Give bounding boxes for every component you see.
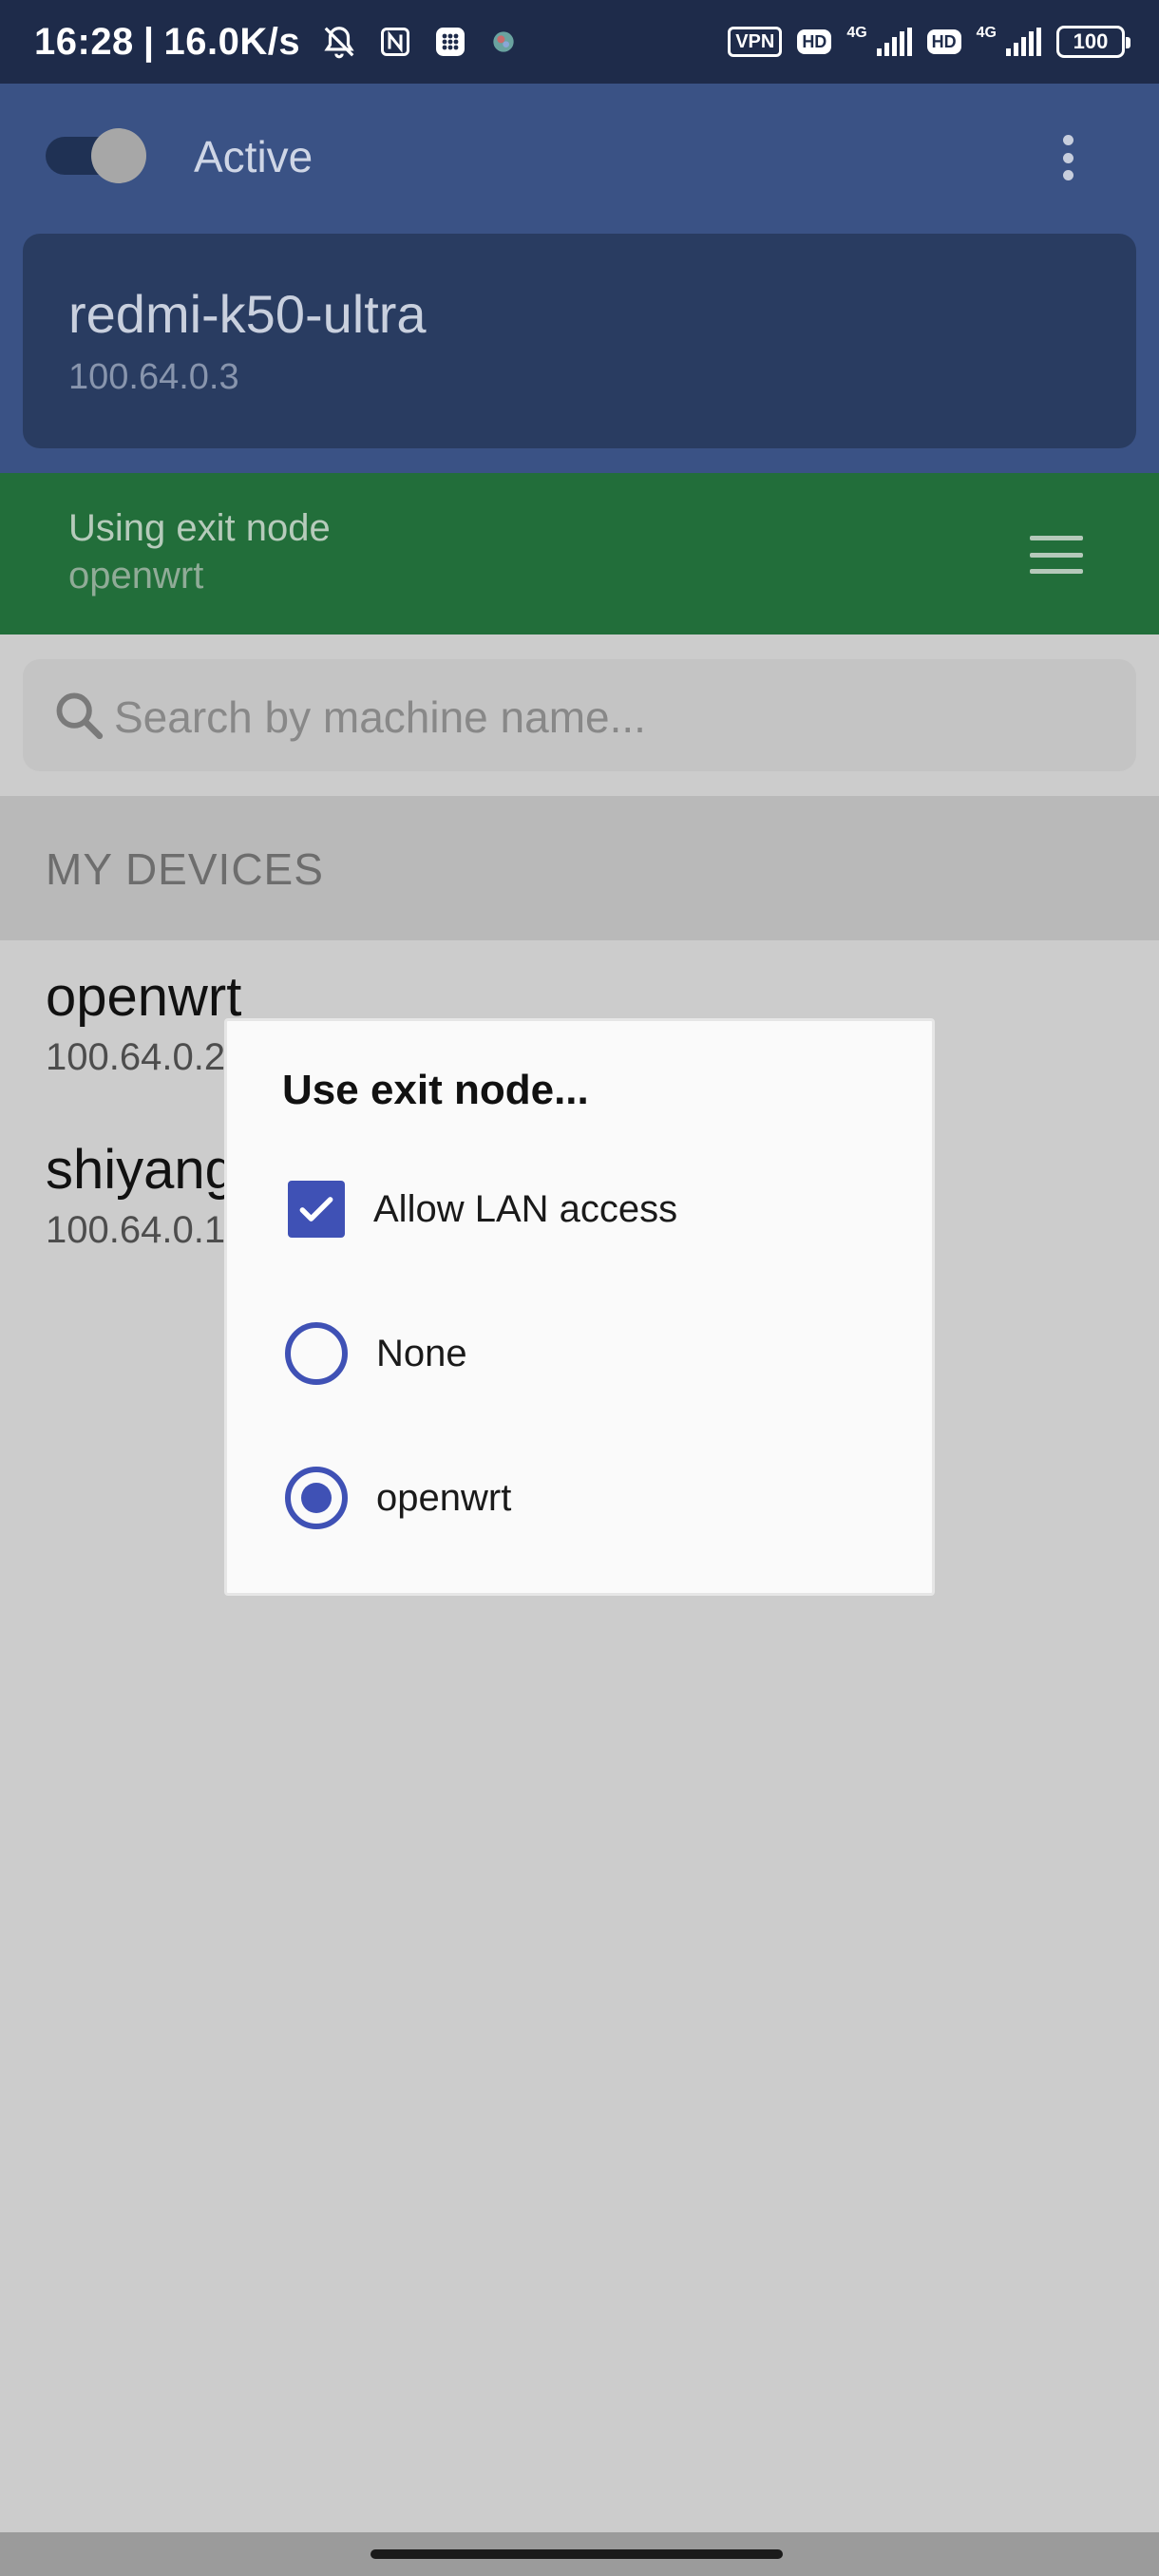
dialog-title: Use exit node... xyxy=(282,1067,589,1113)
radio-option-none[interactable]: None xyxy=(285,1322,467,1385)
radio-unselected-icon xyxy=(285,1322,348,1385)
allow-lan-checkbox[interactable]: Allow LAN access xyxy=(288,1181,677,1238)
device-ip: 100.64.0.2 xyxy=(46,1036,226,1078)
list-item[interactable]: openwrt 100.64.0.2 xyxy=(46,965,241,1079)
battery-icon: 100 xyxy=(1056,26,1130,58)
exit-node-title: Using exit node xyxy=(68,507,331,549)
radio-option-openwrt[interactable]: openwrt xyxy=(285,1467,511,1529)
signal-strength-icon-1 xyxy=(876,28,912,56)
hd-badge-2: HD xyxy=(926,29,961,54)
search-area: Search by machine name... xyxy=(0,635,1159,796)
network-type-2: 4G xyxy=(976,25,997,41)
my-devices-header: MY DEVICES xyxy=(0,796,1159,940)
nfc-icon xyxy=(378,25,412,59)
active-label: Active xyxy=(194,132,314,181)
app-notification-icon xyxy=(488,27,519,57)
radio-selected-icon xyxy=(285,1467,348,1529)
hd-badge-1: HD xyxy=(797,29,832,54)
current-device-ip: 100.64.0.3 xyxy=(68,357,239,397)
search-input[interactable]: Search by machine name... xyxy=(23,659,1136,771)
network-speed: 16.0K/s xyxy=(163,20,301,63)
exit-node-banner[interactable]: Using exit node openwrt xyxy=(0,473,1159,635)
apps-grid-icon xyxy=(433,25,467,59)
exit-node-name: openwrt xyxy=(68,555,204,597)
more-options-icon[interactable] xyxy=(1051,129,1085,186)
current-device-name: redmi-k50-ultra xyxy=(68,284,427,344)
radio-label-openwrt: openwrt xyxy=(376,1476,512,1519)
vpn-toggle[interactable] xyxy=(46,128,148,183)
gesture-nav-bar xyxy=(0,2532,1159,2576)
app-header: Active redmi-k50-ultra 100.64.0.3 xyxy=(0,84,1159,473)
list-item[interactable]: shiyang 100.64.0.1 xyxy=(46,1138,236,1252)
network-type-1: 4G xyxy=(846,25,867,41)
vpn-badge: VPN xyxy=(728,27,783,57)
status-bar: 16:28 | 16.0K/s VPN HD 4G HD 4G 100 xyxy=(0,0,1159,84)
toggle-thumb xyxy=(91,128,146,183)
search-placeholder: Search by machine name... xyxy=(114,692,646,742)
status-separator: | xyxy=(142,20,155,63)
checkbox-checked-icon xyxy=(288,1181,345,1238)
status-bar-left: 16:28 | 16.0K/s xyxy=(34,21,519,64)
device-name: openwrt xyxy=(46,966,242,1028)
radio-label-none: None xyxy=(376,1332,467,1374)
home-handle[interactable] xyxy=(370,2549,783,2559)
status-bar-right: VPN HD 4G HD 4G 100 xyxy=(728,25,1130,58)
bell-off-icon xyxy=(321,24,357,60)
current-device-card[interactable]: redmi-k50-ultra 100.64.0.3 xyxy=(23,234,1136,448)
device-ip: 100.64.0.1 xyxy=(46,1209,226,1251)
battery-level: 100 xyxy=(1073,29,1109,53)
exit-node-dialog: Use exit node... Allow LAN access None o… xyxy=(224,1018,935,1596)
menu-icon[interactable] xyxy=(1030,536,1083,574)
section-title: MY DEVICES xyxy=(46,844,324,894)
search-icon xyxy=(56,692,104,740)
clock: 16:28 xyxy=(34,20,134,63)
signal-strength-icon-2 xyxy=(1006,28,1041,56)
allow-lan-label: Allow LAN access xyxy=(373,1187,678,1230)
device-name: shiyang xyxy=(46,1139,236,1201)
